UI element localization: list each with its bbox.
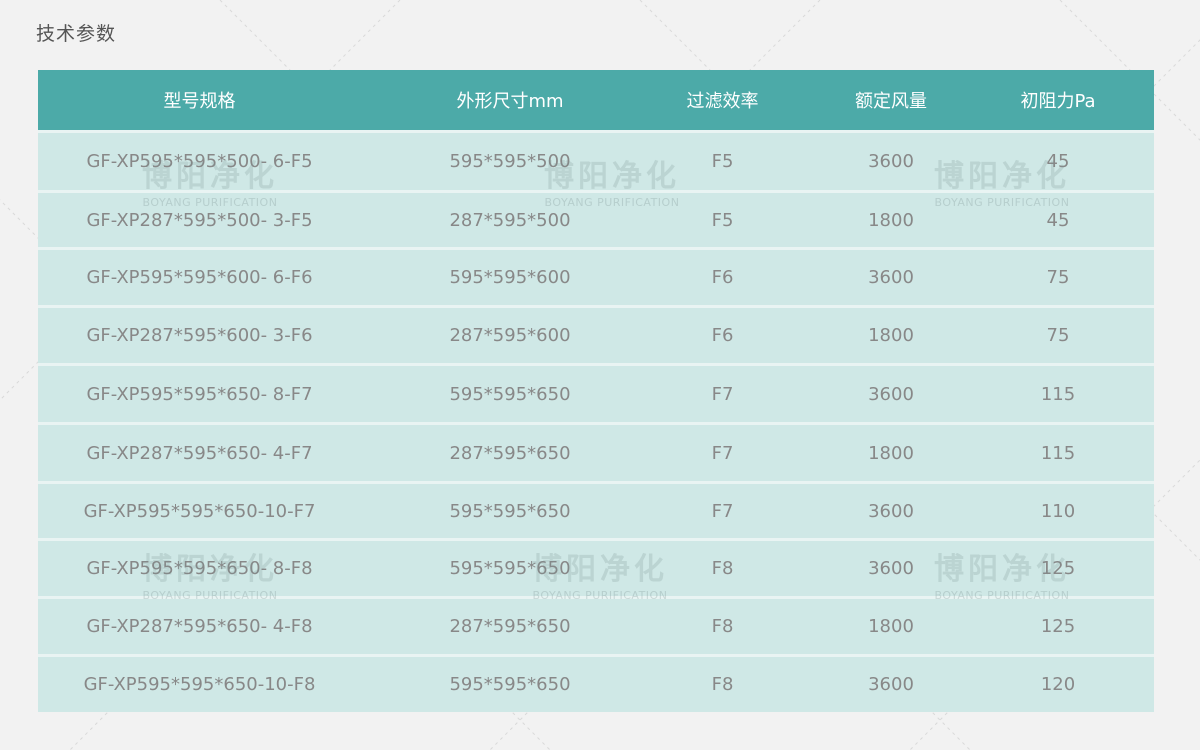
cell-airflow: 3600 — [868, 558, 914, 579]
cell-resistance: 45 — [1046, 151, 1070, 172]
cell-resistance: 75 — [1046, 267, 1070, 288]
cell-dimensions: 595*595*600 — [449, 267, 571, 288]
table-row: GF-XP287*595*600- 3-F6 287*595*600 F6 18… — [38, 305, 1154, 363]
table-row: GF-XP595*595*650-10-F7 595*595*650 F7 36… — [38, 481, 1154, 538]
cell-model: GF-XP595*595*600- 6-F6 — [86, 267, 313, 288]
table-row: GF-XP595*595*650-10-F8 595*595*650 F8 36… — [38, 654, 1154, 712]
cell-resistance: 115 — [1040, 383, 1076, 405]
table-row: GF-XP595*595*650- 8-F8 595*595*650 F8 36… — [38, 538, 1154, 596]
table-header: 型号规格 外形尺寸mm 过滤效率 额定风量 初阻力Pa — [38, 70, 1154, 130]
cell-dimensions: 595*595*650 — [449, 383, 571, 405]
cell-efficiency: F7 — [711, 500, 734, 522]
cell-dimensions: 287*595*500 — [449, 209, 571, 231]
cell-model: GF-XP595*595*650- 8-F8 — [86, 558, 313, 579]
cell-model: GF-XP287*595*500- 3-F5 — [86, 209, 313, 231]
table-row: GF-XP595*595*650- 8-F7 595*595*650 F7 36… — [38, 363, 1154, 422]
cell-resistance: 110 — [1040, 500, 1076, 522]
cell-airflow: 1800 — [868, 616, 914, 637]
cell-efficiency: F6 — [711, 325, 734, 346]
cell-airflow: 1800 — [868, 325, 914, 346]
cell-model: GF-XP595*595*650-10-F8 — [83, 674, 316, 695]
cell-model: GF-XP287*595*650- 4-F8 — [86, 616, 313, 637]
cell-model: GF-XP287*595*650- 4-F7 — [86, 442, 313, 464]
cell-model: GF-XP287*595*600- 3-F6 — [86, 325, 313, 346]
cell-resistance: 125 — [1040, 616, 1076, 637]
page-title: 技术参数 — [36, 23, 117, 45]
cell-efficiency: F7 — [711, 442, 734, 464]
cell-efficiency: F7 — [711, 383, 734, 405]
cell-airflow: 3600 — [868, 383, 914, 405]
header-model: 型号规格 — [163, 91, 236, 112]
table-row: GF-XP595*595*500- 6-F5 595*595*500 F5 36… — [38, 130, 1154, 190]
cell-efficiency: F8 — [711, 616, 734, 637]
cell-efficiency: F5 — [711, 209, 734, 231]
cell-efficiency: F5 — [711, 151, 734, 172]
table-row: GF-XP287*595*650- 4-F7 287*595*650 F7 18… — [38, 422, 1154, 481]
cell-resistance: 75 — [1046, 325, 1070, 346]
cell-efficiency: F6 — [711, 267, 734, 288]
cell-dimensions: 595*595*650 — [449, 500, 571, 522]
cell-dimensions: 595*595*650 — [449, 674, 571, 695]
cell-airflow: 1800 — [868, 442, 914, 464]
cell-dimensions: 287*595*650 — [449, 442, 571, 464]
spec-table: 型号规格 外形尺寸mm 过滤效率 额定风量 初阻力Pa GF-XP595*595… — [38, 70, 1154, 712]
cell-resistance: 120 — [1040, 674, 1076, 695]
cell-airflow: 3600 — [868, 500, 914, 522]
cell-model: GF-XP595*595*650- 8-F7 — [86, 383, 313, 405]
cell-efficiency: F8 — [711, 674, 734, 695]
cell-dimensions: 287*595*600 — [449, 325, 571, 346]
cell-airflow: 3600 — [868, 267, 914, 288]
cell-resistance: 45 — [1046, 209, 1070, 231]
header-airflow: 额定风量 — [855, 91, 927, 112]
table-row: GF-XP287*595*500- 3-F5 287*595*500 F5 18… — [38, 190, 1154, 247]
cell-airflow: 1800 — [868, 209, 914, 231]
header-resistance: 初阻力Pa — [1020, 91, 1096, 112]
cell-airflow: 3600 — [868, 151, 914, 172]
cell-model: GF-XP595*595*500- 6-F5 — [86, 151, 313, 172]
cell-resistance: 125 — [1040, 558, 1076, 579]
cell-dimensions: 595*595*650 — [449, 558, 571, 579]
cell-airflow: 3600 — [868, 674, 914, 695]
cell-dimensions: 595*595*500 — [449, 151, 571, 172]
cell-resistance: 115 — [1040, 442, 1076, 464]
cell-model: GF-XP595*595*650-10-F7 — [83, 500, 316, 522]
header-dimensions: 外形尺寸mm — [456, 91, 564, 112]
cell-efficiency: F8 — [711, 558, 734, 579]
table-row: GF-XP595*595*600- 6-F6 595*595*600 F6 36… — [38, 247, 1154, 305]
cell-dimensions: 287*595*650 — [449, 616, 571, 637]
header-efficiency: 过滤效率 — [686, 91, 759, 112]
table-row: GF-XP287*595*650- 4-F8 287*595*650 F8 18… — [38, 596, 1154, 654]
